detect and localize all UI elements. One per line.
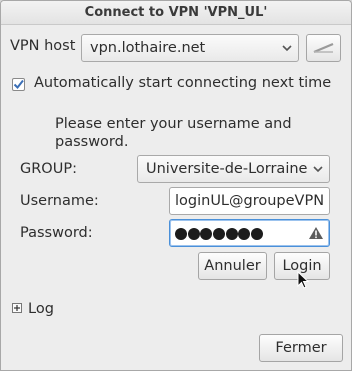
log-expander-toggle[interactable]	[12, 303, 22, 313]
password-masked-value	[175, 228, 264, 240]
vpn-host-label: VPN host	[10, 38, 76, 54]
group-value: Universite-de-Lorraine	[146, 161, 308, 177]
chevron-down-icon	[313, 166, 323, 173]
password-dot	[238, 228, 251, 240]
username-field[interactable]: loginUL@groupeVPN	[169, 187, 330, 215]
password-dot	[251, 228, 264, 240]
password-dot	[187, 228, 200, 240]
username-label: Username:	[20, 193, 99, 209]
auto-connect-checkbox[interactable]	[12, 78, 25, 91]
auto-connect-label[interactable]: Automatically start connecting next time	[34, 75, 331, 91]
vpn-host-combo[interactable]: vpn.lothaire.net	[81, 34, 299, 62]
mouse-cursor-icon	[297, 271, 309, 289]
password-dot	[213, 228, 226, 240]
password-dot	[225, 228, 238, 240]
chevron-down-icon	[282, 45, 292, 52]
vpn-host-value: vpn.lothaire.net	[90, 40, 206, 56]
credentials-prompt-line2: password.	[55, 134, 129, 150]
password-field[interactable]	[169, 219, 330, 247]
checkmark-icon	[13, 79, 24, 90]
password-label: Password:	[20, 225, 93, 241]
plus-icon	[14, 305, 20, 311]
close-button[interactable]: Fermer	[259, 334, 343, 362]
log-expander-label[interactable]: Log	[28, 301, 54, 317]
vpn-dialog: Connect to VPN 'VPN_UL' VPN host vpn.lot…	[0, 0, 352, 371]
connect-vpn-button[interactable]	[306, 34, 341, 62]
warning-icon	[309, 227, 323, 239]
cancel-button[interactable]: Annuler	[198, 252, 267, 280]
group-combo[interactable]: Universite-de-Lorraine	[137, 155, 330, 183]
group-label: GROUP:	[20, 161, 77, 177]
username-value: loginUL@groupeVPN	[175, 193, 325, 209]
window-title: Connect to VPN 'VPN_UL'	[1, 1, 351, 25]
plug-icon	[313, 42, 334, 54]
credentials-prompt-line1: Please enter your username and	[55, 116, 292, 132]
password-dot	[200, 228, 213, 240]
password-dot	[175, 228, 187, 240]
